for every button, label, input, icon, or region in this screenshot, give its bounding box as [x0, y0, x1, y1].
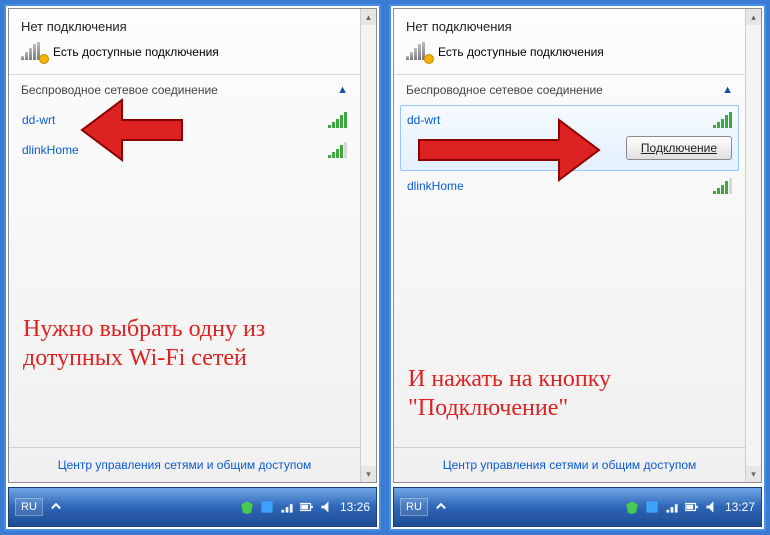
- right-pane: Нет подключения Есть доступные подключен…: [389, 4, 766, 531]
- signal-warn-icon: [406, 42, 430, 62]
- signal-icon: [328, 112, 347, 128]
- taskbar[interactable]: RU 13:27: [393, 487, 762, 527]
- wireless-section-header[interactable]: Беспроводное сетевое соединение ▲: [394, 75, 745, 105]
- tray-volume-icon[interactable]: [320, 500, 334, 514]
- popup-title: Нет подключения: [9, 9, 360, 38]
- tray-network-icon[interactable]: [280, 500, 294, 514]
- chevron-up-icon: ▲: [337, 84, 348, 96]
- scroll-up-icon[interactable]: ▴: [746, 9, 761, 25]
- network-popup: Нет подключения Есть доступные подключен…: [393, 8, 762, 483]
- network-list: dd-wrt Подключение dlinkHome И нажать на…: [394, 105, 745, 447]
- tray-network-icon[interactable]: [665, 500, 679, 514]
- signal-icon: [328, 142, 347, 158]
- taskbar[interactable]: RU 13:26: [8, 487, 377, 527]
- wireless-section-header[interactable]: Беспроводное сетевое соединение ▲: [9, 75, 360, 105]
- network-center-link[interactable]: Центр управления сетями и общим доступом: [9, 447, 360, 482]
- tray-battery-icon[interactable]: [685, 500, 699, 514]
- language-indicator[interactable]: RU: [400, 498, 428, 516]
- tray-battery-icon[interactable]: [300, 500, 314, 514]
- taskbar-clock[interactable]: 13:26: [340, 500, 370, 514]
- left-pane: Нет подключения Есть доступные подключен…: [4, 4, 381, 531]
- scrollbar[interactable]: ▴ ▾: [360, 9, 376, 482]
- chevron-up-icon: ▲: [722, 84, 733, 96]
- taskbar-clock[interactable]: 13:27: [725, 500, 755, 514]
- scroll-down-icon[interactable]: ▾: [746, 466, 761, 482]
- network-item-ddwrt[interactable]: dd-wrt: [15, 105, 354, 135]
- tray-app-icon[interactable]: [260, 500, 274, 514]
- connect-button[interactable]: Подключение: [626, 136, 732, 160]
- signal-icon: [713, 178, 732, 194]
- network-item-ddwrt[interactable]: dd-wrt Подключение: [400, 105, 739, 171]
- language-indicator[interactable]: RU: [15, 498, 43, 516]
- network-item-dlinkhome[interactable]: dlinkHome: [15, 135, 354, 165]
- scroll-up-icon[interactable]: ▴: [361, 9, 376, 25]
- tray-app-icon[interactable]: [645, 500, 659, 514]
- connections-available-text: Есть доступные подключения: [438, 45, 604, 59]
- connections-available-row: Есть доступные подключения: [9, 38, 360, 75]
- tray-shield-icon[interactable]: [240, 500, 254, 514]
- popup-title: Нет подключения: [394, 9, 745, 38]
- network-item-dlinkhome[interactable]: dlinkHome: [400, 171, 739, 201]
- connections-available-text: Есть доступные подключения: [53, 45, 219, 59]
- signal-warn-icon: [21, 42, 45, 62]
- scroll-down-icon[interactable]: ▾: [361, 466, 376, 482]
- tray-chevron-icon[interactable]: [49, 500, 63, 514]
- signal-icon: [713, 112, 732, 128]
- tray-chevron-icon[interactable]: [434, 500, 448, 514]
- annotation-text: И нажать на кнопку "Подключение": [408, 365, 728, 423]
- annotation-text: Нужно выбрать одну из дотупных Wi-Fi сет…: [23, 315, 343, 373]
- network-list: dd-wrt dlinkHome Нужно выбрать одну из д…: [9, 105, 360, 447]
- network-popup: Нет подключения Есть доступные подключен…: [8, 8, 377, 483]
- tray-shield-icon[interactable]: [625, 500, 639, 514]
- network-center-link[interactable]: Центр управления сетями и общим доступом: [394, 447, 745, 482]
- scrollbar[interactable]: ▴ ▾: [745, 9, 761, 482]
- connections-available-row: Есть доступные подключения: [394, 38, 745, 75]
- tray-volume-icon[interactable]: [705, 500, 719, 514]
